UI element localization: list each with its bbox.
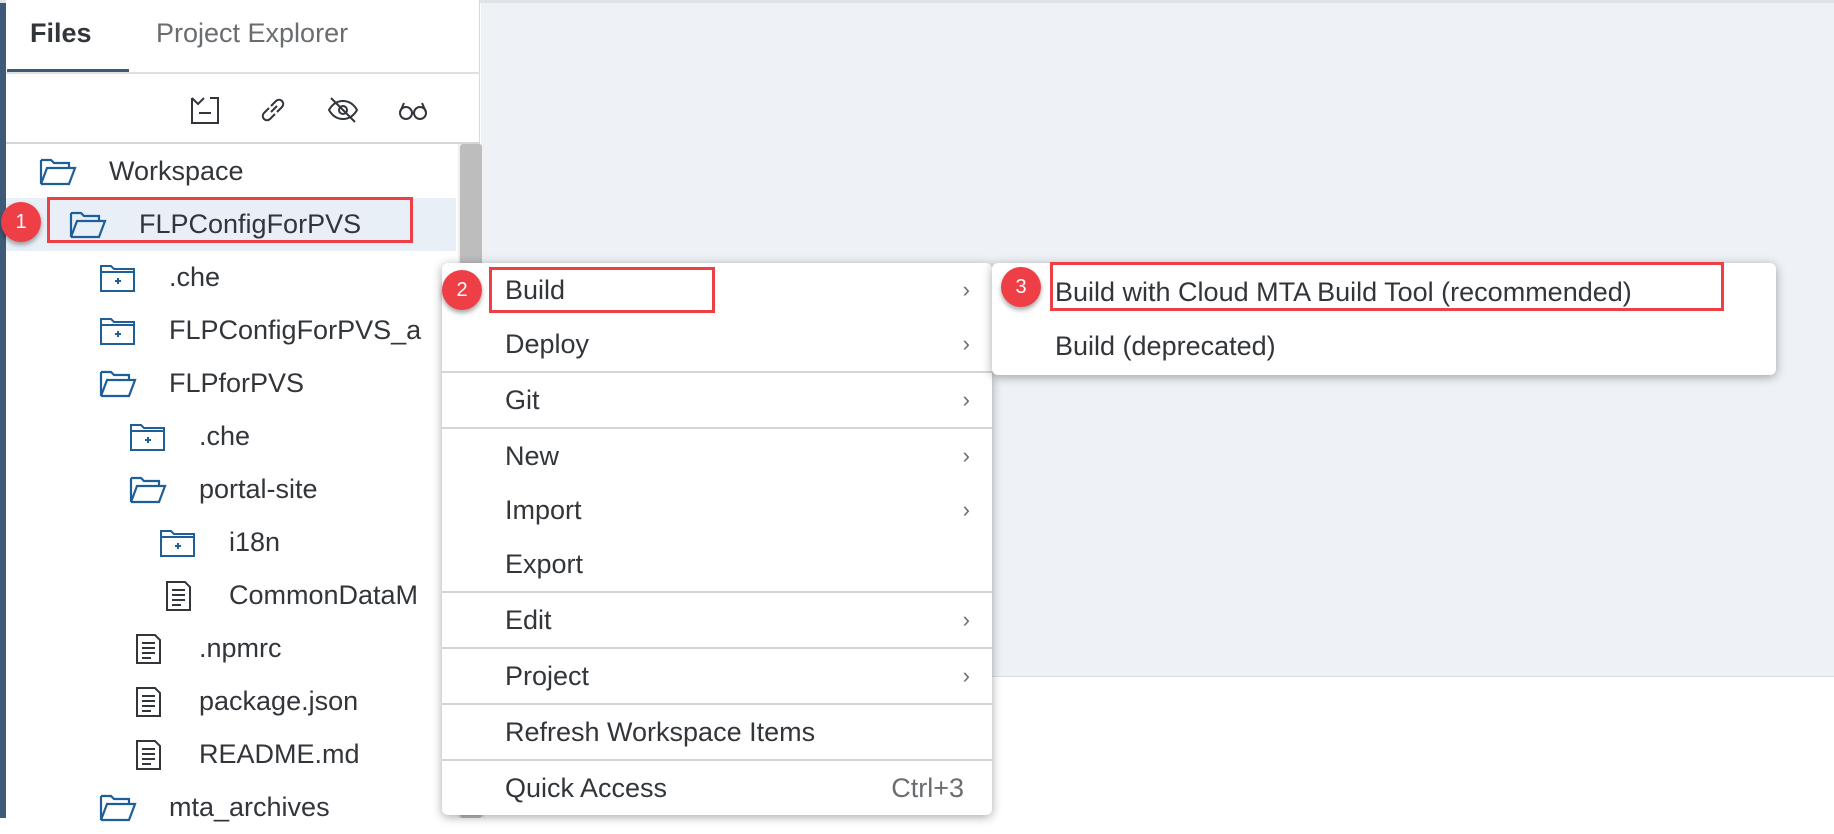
folder-closed-icon	[99, 262, 137, 294]
context-menu: Build › Deploy › Git › New › Import › Export Edit › P…	[442, 263, 992, 815]
tree-item[interactable]: mta_archives	[6, 781, 456, 834]
tree-item-label: README.md	[199, 739, 360, 769]
tree-item-label: FLPforPVS	[169, 368, 305, 398]
menu-item-project[interactable]: Project ›	[442, 649, 992, 703]
tree-item[interactable]: CommonDataM	[6, 569, 456, 622]
hide-icon[interactable]	[327, 94, 359, 126]
chevron-right-icon: ›	[962, 443, 970, 468]
folder-open-icon	[99, 792, 137, 824]
tree-item-label: mta_archives	[169, 792, 330, 822]
file-explorer-panel: Files Project Explorer Workspace FLPConfi…	[6, 0, 484, 822]
menu-item-label: Edit	[505, 604, 552, 635]
binoculars-icon[interactable]	[397, 94, 429, 126]
tree-item-label: Workspace	[109, 156, 244, 186]
tree-item[interactable]: .che	[6, 410, 456, 463]
tree-item[interactable]: portal-site	[6, 463, 456, 516]
file-icon	[129, 633, 167, 665]
menu-item-label: Import	[505, 494, 582, 525]
menu-item-deploy[interactable]: Deploy ›	[442, 317, 992, 371]
menu-item-label: Project	[505, 660, 590, 691]
menu-item-build-deprecated[interactable]: Build (deprecated)	[992, 319, 1776, 373]
file-icon	[129, 686, 167, 718]
menu-item-label: Build (deprecated)	[1055, 330, 1276, 361]
menu-item-export[interactable]: Export	[442, 537, 992, 591]
tree-item-label: CommonDataM	[229, 580, 419, 610]
chevron-right-icon: ›	[962, 497, 970, 522]
collapse-all-icon[interactable]	[189, 94, 221, 126]
tree-item-label: .che	[199, 421, 251, 451]
tree-item-label: i18n	[229, 527, 281, 557]
chevron-right-icon: ›	[962, 663, 970, 688]
menu-item-refresh-workspace-items[interactable]: Refresh Workspace Items	[442, 705, 992, 759]
tree-item[interactable]: README.md	[6, 728, 456, 781]
menu-item-label: Git	[505, 384, 540, 415]
file-icon	[129, 739, 167, 771]
menu-item-edit[interactable]: Edit ›	[442, 593, 992, 647]
chevron-right-icon: ›	[962, 387, 970, 412]
folder-open-icon	[39, 156, 77, 188]
folder-closed-icon	[159, 527, 197, 559]
tree-item-label: .npmrc	[199, 633, 282, 663]
shortcut: Ctrl+3	[891, 772, 964, 803]
link-icon[interactable]	[257, 94, 289, 126]
menu-item-quick-access[interactable]: Quick Access Ctrl+3	[442, 761, 992, 815]
file-icon	[159, 580, 197, 612]
menu-item-label: Refresh Workspace Items	[505, 716, 816, 747]
menu-item-new[interactable]: New ›	[442, 429, 992, 483]
folder-closed-icon	[99, 315, 137, 347]
tree-item-label: portal-site	[199, 474, 318, 504]
folder-open-icon	[99, 368, 137, 400]
tree-item[interactable]: .che	[6, 251, 456, 304]
tree-item[interactable]: Workspace	[6, 145, 456, 198]
folder-closed-icon	[129, 421, 167, 453]
tree-item-label: FLPConfigForPVS_a	[169, 315, 422, 345]
tree-item[interactable]: package.json	[6, 675, 456, 728]
highlight-box-3	[1050, 262, 1724, 311]
tree-item[interactable]: FLPConfigForPVS_a	[6, 304, 456, 357]
chevron-right-icon: ›	[962, 277, 970, 302]
tab-project-explorer[interactable]: Project Explorer	[156, 18, 348, 49]
tree-item[interactable]: FLPforPVS	[6, 357, 456, 410]
chevron-right-icon: ›	[962, 331, 970, 356]
tree-item-label: .che	[169, 262, 221, 292]
menu-item-git[interactable]: Git ›	[442, 373, 992, 427]
menu-item-label: Deploy	[505, 328, 590, 359]
step-badge-1: 1	[1, 202, 41, 242]
divider	[6, 142, 480, 144]
menu-item-label: New	[505, 440, 560, 471]
tab-files[interactable]: Files	[30, 18, 92, 49]
tree-item-label: package.json	[199, 686, 359, 716]
folder-open-icon	[129, 474, 167, 506]
tree-item[interactable]: .npmrc	[6, 622, 456, 675]
chevron-right-icon: ›	[962, 607, 970, 632]
highlight-box-2	[489, 267, 715, 313]
divider	[6, 72, 480, 74]
menu-item-label: Quick Access	[505, 772, 668, 803]
step-badge-2: 2	[442, 270, 482, 310]
tree-item[interactable]: i18n	[6, 516, 456, 569]
highlight-box-1	[47, 197, 413, 243]
menu-item-import[interactable]: Import ›	[442, 483, 992, 537]
menu-item-label: Export	[505, 548, 584, 579]
step-badge-3: 3	[1001, 267, 1041, 307]
